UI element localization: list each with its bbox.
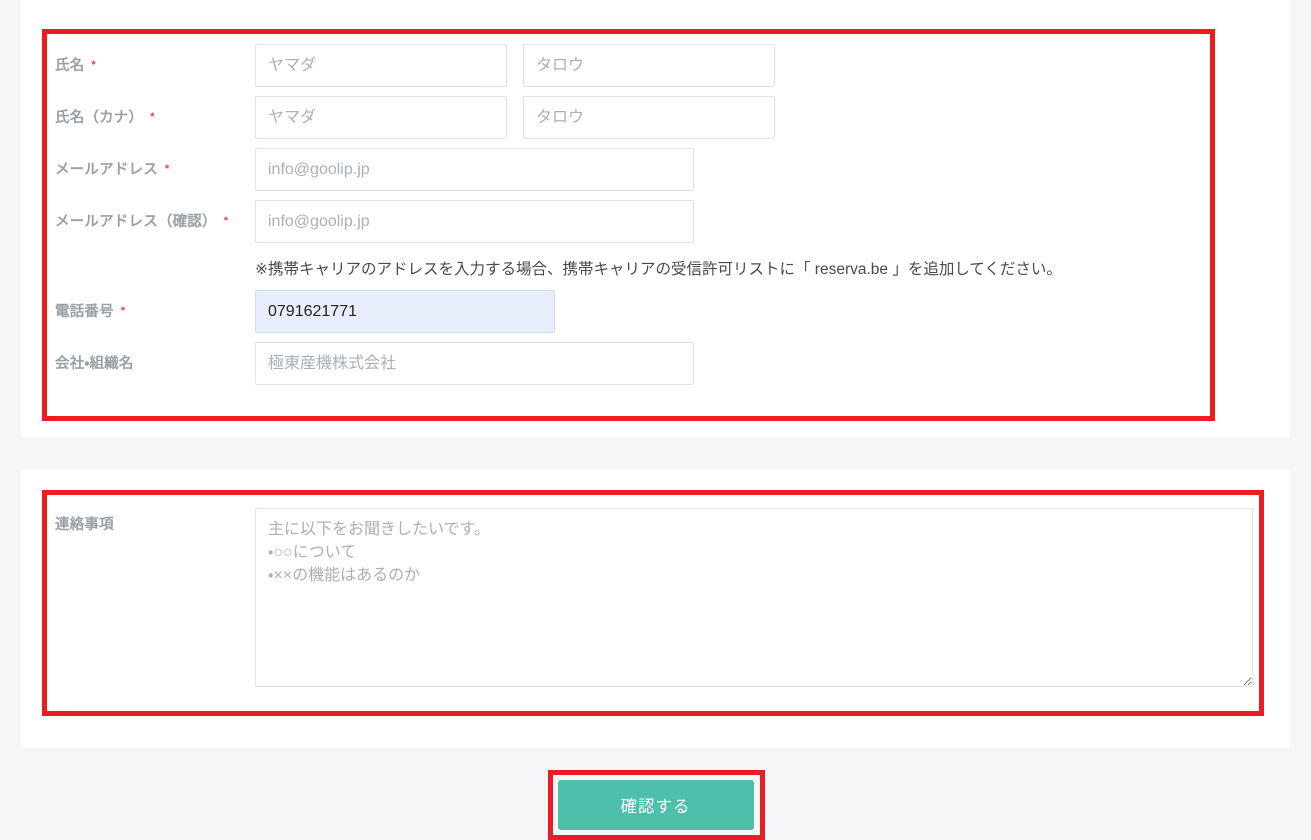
required-asterisk-full-name: * xyxy=(91,59,96,71)
fields-email-note: ※携帯キャリアのアドレスを入力する場合、携帯キャリアの受信許可リストに「 res… xyxy=(255,252,1205,281)
submit-area: 確認する xyxy=(0,770,1311,830)
required-asterisk-full-name-kana: * xyxy=(150,111,155,123)
label-phone: 電話番号 * xyxy=(55,290,255,322)
form-row-email-note: ※携帯キャリアのアドレスを入力する場合、携帯キャリアの受信許可リストに「 res… xyxy=(55,252,1205,281)
message-textarea[interactable] xyxy=(255,508,1253,687)
label-phone-text: 電話番号 xyxy=(55,304,114,321)
form-row-full-name-kana: 氏名（カナ） * xyxy=(55,96,1205,139)
first-name-input[interactable] xyxy=(523,44,775,87)
first-name-kana-input[interactable] xyxy=(523,96,775,139)
confirm-button[interactable]: 確認する xyxy=(557,780,754,830)
form-row-email: メールアドレス * xyxy=(55,148,1205,191)
phone-input[interactable] xyxy=(255,290,555,334)
email-carrier-note: ※携帯キャリアのアドレスを入力する場合、携帯キャリアの受信許可リストに「 res… xyxy=(255,261,1062,278)
label-full-name-text: 氏名 xyxy=(55,58,85,74)
fields-full-name xyxy=(255,44,1205,87)
label-full-name-kana-text: 氏名（カナ） xyxy=(55,110,144,126)
email-input[interactable] xyxy=(255,148,694,191)
personal-info-form: 氏名 * 氏名（カナ） * メールアドレス * xyxy=(55,44,1205,394)
required-asterisk-email-confirm: * xyxy=(223,215,229,227)
form-row-company: 会社・組織名 xyxy=(55,342,1205,386)
label-email-text: メールアドレス xyxy=(55,162,158,178)
form-row-full-name: 氏名 * xyxy=(55,44,1205,87)
required-asterisk-email: * xyxy=(164,163,170,175)
label-company-text: 会社・組織名 xyxy=(55,356,134,373)
fields-email xyxy=(255,148,1205,191)
company-input[interactable] xyxy=(255,342,694,386)
form-row-email-confirm: メールアドレス（確認） * xyxy=(55,200,1205,243)
message-form: 連絡事項 xyxy=(55,508,1265,687)
fields-company xyxy=(255,342,1205,386)
reservation-contact-form-page: 氏名 * 氏名（カナ） * メールアドレス * xyxy=(0,0,1311,840)
label-email-confirm-text: メールアドレス（確認） xyxy=(55,214,217,230)
label-message-text: 連絡事項 xyxy=(55,517,114,533)
label-email-confirm: メールアドレス（確認） * xyxy=(55,200,255,232)
last-name-kana-input[interactable] xyxy=(255,96,507,139)
label-full-name: 氏名 * xyxy=(55,44,255,76)
email-confirm-input[interactable] xyxy=(255,200,694,243)
label-email: メールアドレス * xyxy=(55,148,255,180)
form-row-phone: 電話番号 * xyxy=(55,290,1205,334)
label-company: 会社・組織名 xyxy=(55,342,255,374)
last-name-input[interactable] xyxy=(255,44,507,87)
label-full-name-kana: 氏名（カナ） * xyxy=(55,96,255,128)
label-message: 連絡事項 xyxy=(55,508,255,535)
fields-email-confirm xyxy=(255,200,1205,243)
fields-full-name-kana xyxy=(255,96,1205,139)
required-asterisk-phone: * xyxy=(120,305,126,318)
fields-phone xyxy=(255,290,1205,334)
